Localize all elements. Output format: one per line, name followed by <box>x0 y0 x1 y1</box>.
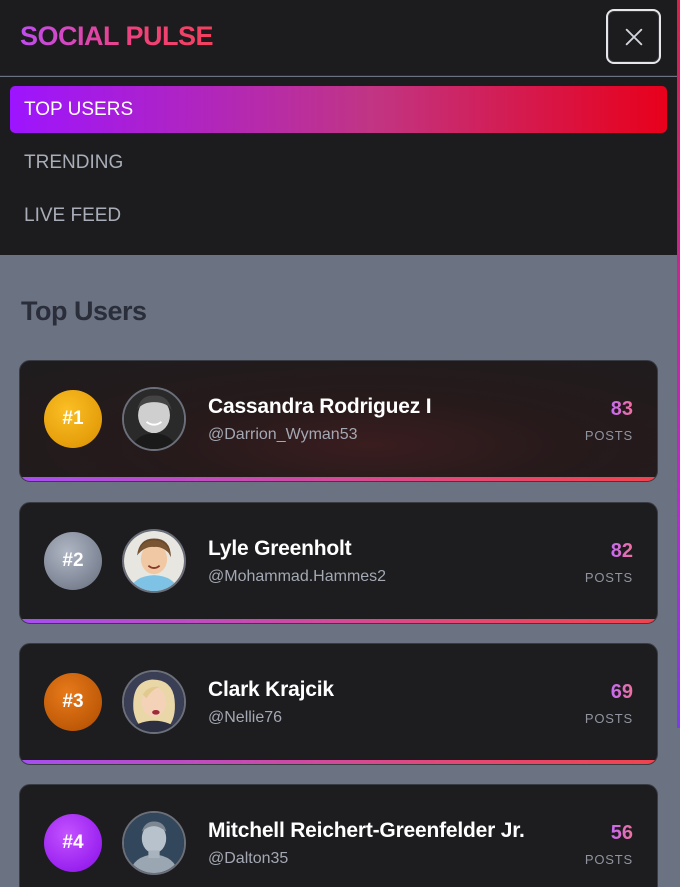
app-header: SOCIAL PULSE <box>0 0 677 76</box>
post-count-label: POSTS <box>584 852 633 867</box>
post-count: 56 <box>610 822 633 844</box>
rank-badge: #2 <box>44 532 102 590</box>
user-card[interactable]: #1 Cassandra Rodriguez I @Darrion_Wyman5… <box>19 360 658 482</box>
page-title: Top Users <box>21 296 147 326</box>
user-name: Lyle Greenholt <box>208 537 352 560</box>
post-count: 82 <box>610 540 633 562</box>
user-handle: @Darrion_Wyman53 <box>208 426 358 443</box>
user-name: Mitchell Reichert-Greenfelder Jr. <box>208 819 525 842</box>
user-name: Clark Krajcik <box>208 678 334 701</box>
post-count: 69 <box>610 681 633 703</box>
avatar <box>122 529 186 593</box>
avatar <box>122 387 186 451</box>
close-icon <box>625 28 642 45</box>
user-handle: @Dalton35 <box>208 850 289 867</box>
nav-item-trending[interactable]: TRENDING <box>10 139 667 186</box>
nav-item-live-feed[interactable]: LIVE FEED <box>10 192 667 239</box>
rank-badge: #3 <box>44 673 102 731</box>
user-handle: @Mohammad.Hammes2 <box>208 568 387 585</box>
rank-badge: #1 <box>44 390 102 448</box>
side-nav: TOP USERS TRENDING LIVE FEED <box>0 77 677 255</box>
user-card[interactable]: #2 Lyle Greenholt @Mohammad.Hammes2 82 P… <box>19 502 658 624</box>
avatar <box>122 811 186 875</box>
rank-badge: #4 <box>44 814 102 872</box>
app-title: SOCIAL PULSE <box>20 21 214 51</box>
user-card[interactable]: #3 Clark Krajcik @Nellie76 69 POSTS <box>19 643 658 765</box>
user-handle: @Nellie76 <box>208 709 283 726</box>
nav-item-top-users[interactable]: TOP USERS <box>10 86 667 133</box>
post-count-label: POSTS <box>584 570 633 585</box>
post-count: 83 <box>610 398 633 420</box>
post-count-label: POSTS <box>584 428 633 443</box>
user-card[interactable]: #4 Mitchell Reichert-Greenfelder Jr. @Da… <box>19 784 658 887</box>
post-count-label: POSTS <box>584 711 633 726</box>
avatar <box>122 670 186 734</box>
close-button[interactable] <box>606 9 661 64</box>
user-name: Cassandra Rodriguez I <box>208 395 432 418</box>
